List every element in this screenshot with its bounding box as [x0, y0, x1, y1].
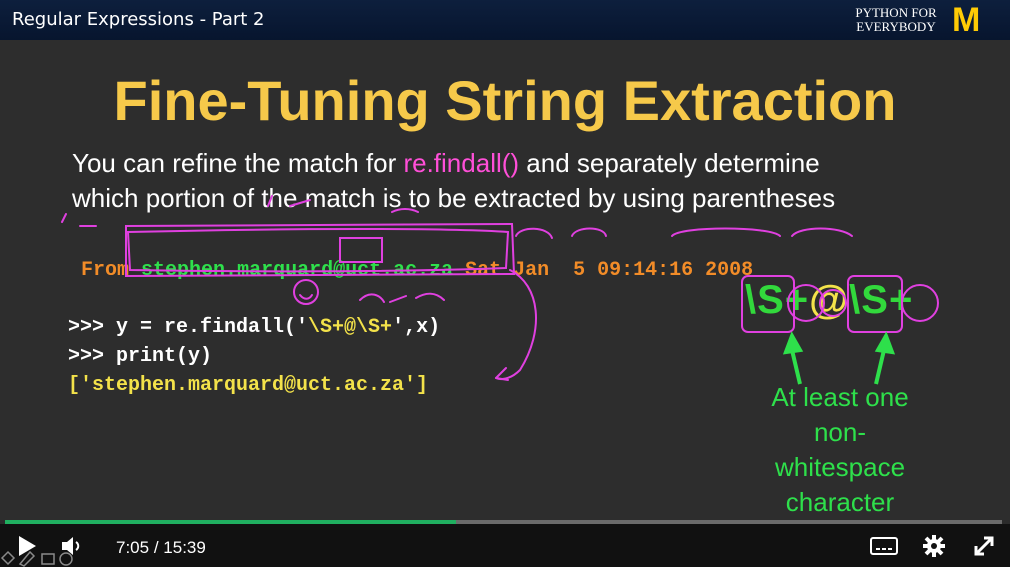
- note-line-3: whitespace: [774, 452, 906, 482]
- from-email: stephen.marquard@uct.ac.za: [141, 259, 454, 282]
- time-display: 7:05 / 15:39: [116, 538, 206, 558]
- from-label: From: [81, 259, 130, 282]
- player-controls: 7:05 / 15:39: [0, 524, 1010, 567]
- duration: 15:39: [163, 538, 206, 557]
- from-line: From stephen.marquard@uct.ac.za Sat Jan …: [57, 236, 753, 282]
- regex-at-sign: @: [809, 278, 850, 322]
- slide-title: Fine-Tuning String Extraction: [113, 69, 897, 132]
- current-time: 7:05: [116, 538, 150, 557]
- slide-description: You can refine the match for re.findall(…: [72, 146, 835, 216]
- captions-icon[interactable]: [870, 536, 898, 556]
- code-text: ',x): [392, 316, 441, 339]
- large-regex: \S+@\S+: [745, 278, 913, 323]
- description-line-1: You can refine the match for re.findall(…: [72, 146, 835, 181]
- note-line-4: character: [785, 487, 895, 517]
- time-separator: /: [153, 538, 159, 557]
- annotation-tools-icon[interactable]: [0, 542, 80, 567]
- from-date: Sat Jan 5 09:14:16 2008: [465, 259, 754, 282]
- video-title[interactable]: Regular Expressions - Part 2: [12, 9, 265, 30]
- code-regex: \S+@\S+: [308, 316, 393, 339]
- regex-part-1: \S+: [745, 278, 810, 322]
- findall-highlight: re.findall(): [403, 148, 520, 178]
- regex-part-2: \S+: [849, 278, 914, 322]
- university-logo: M: [952, 1, 981, 39]
- note-line-2: non-: [813, 417, 867, 447]
- brand-line-2: EVERYBODY: [856, 19, 936, 34]
- brand-line-1: PYTHON FOR: [855, 5, 937, 20]
- code-line-print: >>> print(y): [68, 345, 213, 368]
- regex-explanation: At least one non- whitespace character: [738, 380, 942, 520]
- fullscreen-icon[interactable]: [972, 534, 996, 558]
- brand-text: PYTHON FOR EVERYBODY: [846, 6, 946, 34]
- video-title-bar: Regular Expressions - Part 2 PYTHON FOR …: [0, 0, 1010, 40]
- note-line-1: At least one: [771, 382, 909, 412]
- code-line-findall: >>> y = re.findall('\S+@\S+',x): [68, 316, 440, 339]
- description-text: and separately determine: [519, 148, 820, 178]
- code-text: >>> y = re.findall(': [68, 316, 309, 339]
- code-line-output: ['stephen.marquard@uct.ac.za']: [68, 374, 429, 397]
- description-text: You can refine the match for: [72, 148, 404, 178]
- gear-icon[interactable]: [922, 534, 946, 558]
- description-line-2: which portion of the match is to be extr…: [72, 183, 836, 213]
